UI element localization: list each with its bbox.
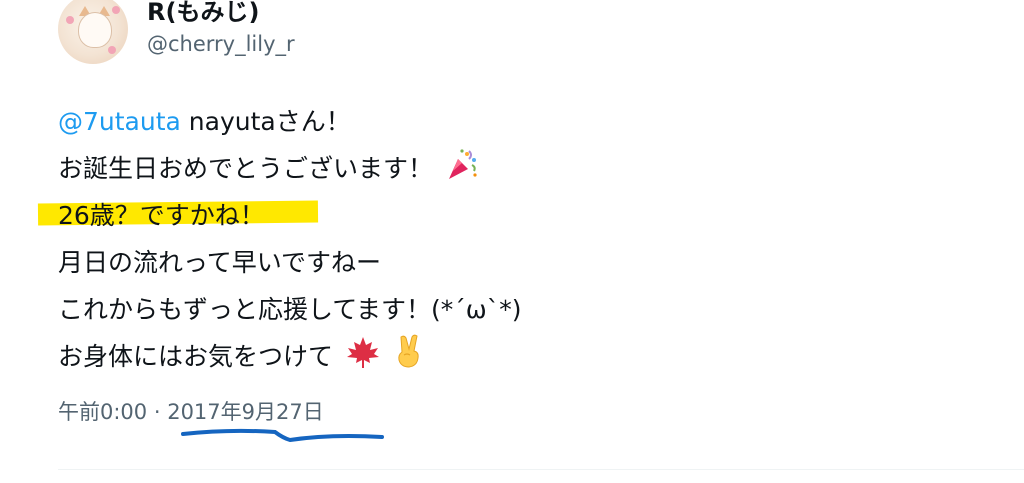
flower-icon — [112, 6, 120, 14]
tweet-line-3: 26歳？ですかね！ — [37, 192, 958, 239]
tweet-line-5-text: これからもずっと応援してます！(*´ω`*) — [58, 295, 522, 324]
tweet-line-6-text: お身体にはお気をつけて — [58, 342, 334, 371]
tweet-line-3-text: 26歳？ですかね！ — [58, 201, 265, 230]
tweet-line-6: お身体にはお気をつけて — [58, 333, 958, 380]
divider — [58, 469, 1024, 470]
flower-icon — [66, 16, 74, 24]
mention-link[interactable]: @7utauta — [58, 107, 181, 136]
maple-leaf-icon — [345, 335, 381, 384]
tweet-text: @7utauta nayutaさん！ お誕生日おめでとうございます！ 26歳？で… — [37, 98, 958, 380]
tweet-time[interactable]: 午前0:00 — [58, 400, 147, 424]
user-handle[interactable]: @cherry_lily_r — [147, 32, 295, 56]
tweet-line-1: @7utauta nayutaさん！ — [58, 98, 958, 145]
tweet-line-5: これからもずっと応援してます！(*´ω`*) — [58, 286, 958, 333]
tweet-line-1-text: nayutaさん！ — [180, 107, 351, 136]
party-popper-icon — [445, 147, 479, 196]
meta-separator: · — [147, 400, 168, 424]
avatar[interactable] — [58, 0, 128, 64]
flower-icon — [108, 46, 116, 54]
tweet-line-2: お誕生日おめでとうございます！ — [58, 145, 958, 192]
tweet-line-2-text: お誕生日おめでとうございます！ — [58, 154, 434, 183]
display-name[interactable]: R(もみじ) — [147, 0, 259, 27]
tweet-line-4: 月日の流れって早いですねー — [58, 239, 958, 286]
cat-avatar-icon — [78, 12, 112, 48]
tweet: R(もみじ) @cherry_lily_r @7utauta nayutaさん！… — [0, 0, 1024, 483]
underline-annotation — [181, 428, 384, 443]
tweet-meta: 午前0:00 · 2017年9月27日 — [58, 396, 324, 426]
tweet-date[interactable]: 2017年9月27日 — [167, 400, 324, 424]
victory-hand-icon — [393, 333, 425, 384]
tweet-line-4-text: 月日の流れって早いですねー — [58, 248, 382, 277]
